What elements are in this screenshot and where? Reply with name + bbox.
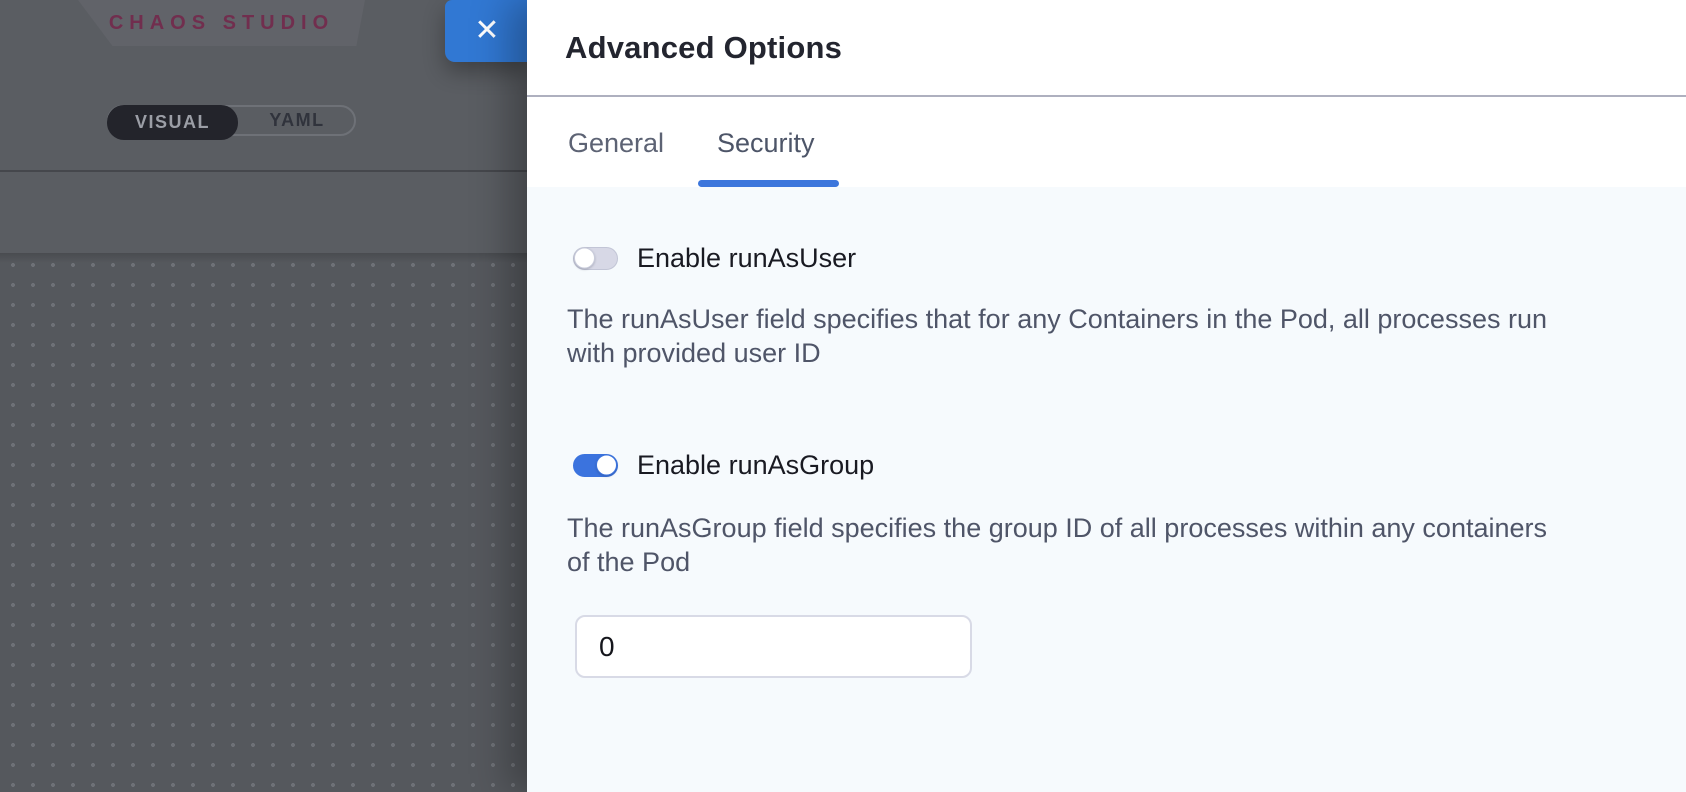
drawer-header: Advanced Options xyxy=(527,0,1686,97)
run-as-group-label: Enable runAsGroup xyxy=(637,450,874,481)
switch-knob xyxy=(574,248,595,269)
run-as-group-description: The runAsGroup field specifies the group… xyxy=(567,511,1567,579)
run-as-user-description: The runAsUser field specifies that for a… xyxy=(567,302,1567,370)
switch-knob xyxy=(596,455,617,476)
close-icon: ✕ xyxy=(474,16,499,46)
tab-security[interactable]: Security xyxy=(717,99,815,187)
run-as-user-switch[interactable] xyxy=(573,247,618,270)
run-as-group-row: Enable runAsGroup xyxy=(573,451,874,479)
drawer-title: Advanced Options xyxy=(565,30,842,66)
brand-title: CHAOS STUDIO xyxy=(109,12,334,35)
toggle-option-visual[interactable]: VISUAL xyxy=(107,105,238,140)
close-drawer-button[interactable]: ✕ xyxy=(445,0,529,62)
advanced-options-drawer: Advanced Options General Security Enable… xyxy=(527,0,1686,792)
brand-ribbon: CHAOS STUDIO xyxy=(78,0,365,46)
tab-general[interactable]: General xyxy=(568,99,664,187)
chaos-studio-background-panel: CHAOS STUDIO VISUAL YAML xyxy=(0,0,527,792)
screen: CHAOS STUDIO VISUAL YAML ✕ Advanced Opti… xyxy=(0,0,1686,792)
security-tab-content: Enable runAsUser The runAsUser field spe… xyxy=(527,187,1686,792)
drawer-tabs: General Security xyxy=(527,99,1686,187)
workflow-canvas[interactable] xyxy=(0,253,527,792)
run-as-group-value-input[interactable] xyxy=(575,615,972,678)
toggle-option-yaml[interactable]: YAML xyxy=(238,107,356,134)
run-as-group-switch[interactable] xyxy=(573,454,618,477)
run-as-user-row: Enable runAsUser xyxy=(573,244,856,272)
active-tab-underline xyxy=(698,180,839,187)
run-as-user-label: Enable runAsUser xyxy=(637,243,856,274)
visual-yaml-toggle[interactable]: VISUAL YAML xyxy=(107,105,356,136)
